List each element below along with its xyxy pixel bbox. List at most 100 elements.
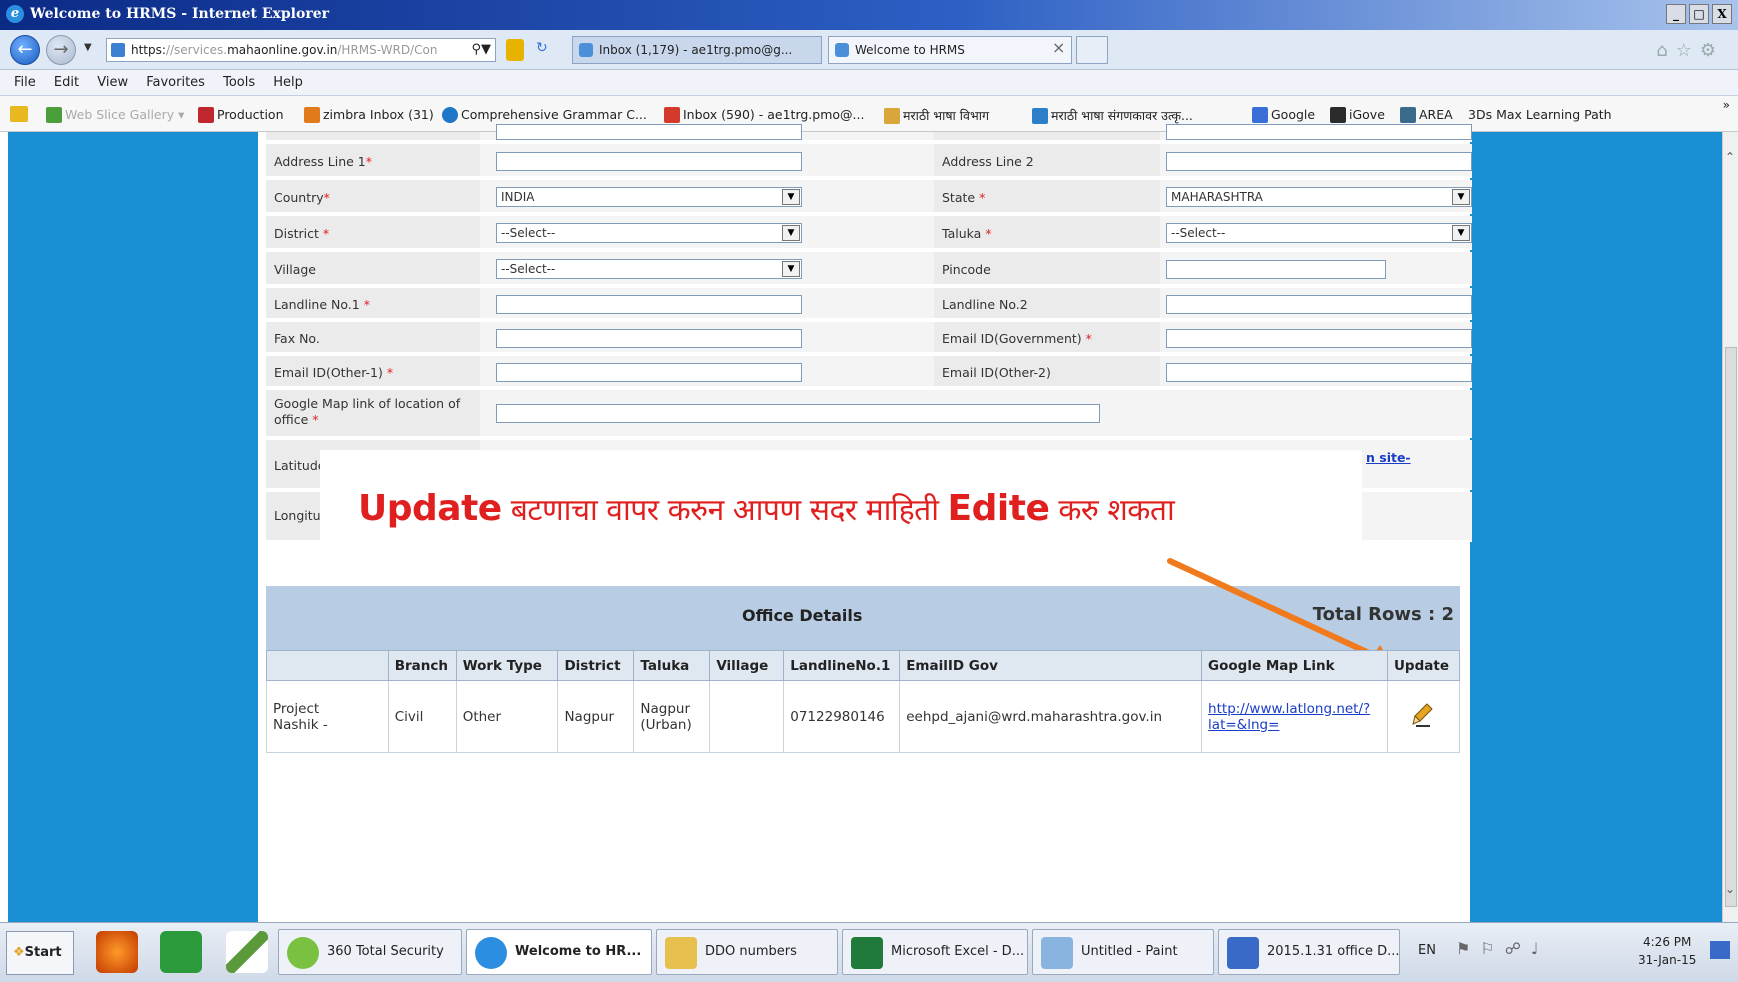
taskbar-word-doc[interactable]: 2015.1.31 office D... <box>1218 929 1400 975</box>
landline1-input[interactable] <box>496 295 802 314</box>
url-prefix: https: <box>131 43 166 57</box>
fax-input[interactable] <box>496 329 802 348</box>
gmap-input[interactable] <box>496 404 1100 423</box>
cell-district: Nagpur <box>557 680 635 753</box>
search-icon[interactable]: ⚲▼ <box>471 39 491 61</box>
map-link[interactable]: http://www.latlong.net/? lat=&lng= <box>1208 701 1370 733</box>
address-line2-input[interactable] <box>1166 152 1472 171</box>
instruction-part: करु शकता <box>1049 493 1175 528</box>
email-gov-input[interactable] <box>1166 329 1472 348</box>
district-select[interactable]: --Select-- ▼ <box>496 223 802 243</box>
security-icon <box>287 937 319 969</box>
fav-3ds[interactable]: 3Ds Max Learning Path <box>1468 107 1612 122</box>
fav-zimbra[interactable]: zimbra Inbox (31) <box>304 107 434 123</box>
chevron-down-icon[interactable]: ▼ <box>1452 189 1470 205</box>
show-desktop-icon[interactable] <box>1710 941 1730 959</box>
firefox-icon[interactable] <box>96 931 138 973</box>
taskbar-paint[interactable]: Untitled - Paint <box>1032 929 1214 975</box>
landline2-label: Landline No.2 <box>942 297 1028 312</box>
update-word: Update <box>358 488 502 529</box>
menu-help[interactable]: Help <box>273 75 303 90</box>
tab-hrms[interactable]: Welcome to HRMS <box>828 36 1072 64</box>
fav-igove[interactable]: iGove <box>1330 107 1385 123</box>
favorites-overflow-icon[interactable]: » <box>1723 98 1730 112</box>
scroll-down-icon[interactable]: ⌄ <box>1725 882 1735 896</box>
country-select[interactable]: INDIA ▼ <box>496 187 802 207</box>
fav-marathi-vibhag[interactable]: मराठी भाषा विभाग <box>884 107 989 124</box>
site-link[interactable]: n site- <box>1366 450 1411 465</box>
chevron-down-icon[interactable]: ▼ <box>782 225 800 241</box>
taskbar-ddo-numbers[interactable]: DDO numbers <box>656 929 838 975</box>
browser-tools-icons[interactable]: ⌂☆⚙ <box>1656 40 1724 61</box>
address-line1-input[interactable] <box>496 152 802 171</box>
start-button[interactable]: ❖Start <box>6 931 74 975</box>
menu-tools[interactable]: Tools <box>223 75 255 90</box>
igove-icon <box>1330 107 1346 123</box>
menu-edit[interactable]: Edit <box>54 75 79 90</box>
branch-select[interactable] <box>496 124 802 140</box>
menu-view[interactable]: View <box>97 75 128 90</box>
menu-file[interactable]: File <box>14 75 36 90</box>
fav-google[interactable]: Google <box>1252 107 1315 123</box>
email-other2-input[interactable] <box>1166 363 1472 382</box>
new-tab-button[interactable] <box>1076 36 1108 64</box>
chevron-down-icon[interactable]: ▼ <box>782 261 800 277</box>
village-select[interactable]: --Select-- ▼ <box>496 259 802 279</box>
village-label: Village <box>274 262 316 277</box>
cell-landline: 07122980146 <box>783 680 901 753</box>
select-value: --Select-- <box>501 262 556 276</box>
scroll-up-icon[interactable]: ⌃ <box>1725 150 1735 164</box>
work-type-select[interactable] <box>1166 124 1472 140</box>
url-input[interactable]: https://services.mahaonline.gov.in/HRMS-… <box>106 38 496 62</box>
page-scrollbar[interactable]: ⌃ ⌄ <box>1722 132 1738 922</box>
col-email-gov: EmailID Gov <box>899 650 1203 681</box>
tray-icons[interactable]: ⚑⚐☍♩ <box>1456 939 1548 958</box>
language-indicator[interactable]: EN <box>1418 943 1436 958</box>
taskbar-ie-hrms[interactable]: Welcome to HR... <box>466 929 652 975</box>
start-label: Start <box>24 945 62 960</box>
favorites-bar: Web Slice Gallery ▾ Production zimbra In… <box>0 96 1738 132</box>
clock[interactable]: 4:26 PM 31-Jan-15 <box>1638 933 1696 969</box>
fav-web-slice[interactable]: Web Slice Gallery ▾ <box>46 107 184 123</box>
cell-text: Project <box>273 700 320 717</box>
pencil-edit-icon[interactable] <box>1412 702 1434 728</box>
refresh-icon[interactable]: ↻ <box>536 40 548 56</box>
scrollbar-thumb[interactable] <box>1725 347 1737 907</box>
landline2-input[interactable] <box>1166 295 1472 314</box>
fav-label: Web Slice Gallery <box>65 107 175 122</box>
form-row-email-other: Email ID(Other-1) * Email ID(Other-2) <box>266 356 1472 388</box>
pincode-input[interactable] <box>1166 260 1386 279</box>
green-app-icon[interactable] <box>160 931 202 973</box>
taskbar-label: Welcome to HR... <box>515 944 642 959</box>
maximize-button[interactable]: □ <box>1689 4 1709 24</box>
taskbar-360-security[interactable]: 360 Total Security <box>278 929 462 975</box>
fav-area[interactable]: AREA <box>1400 107 1453 123</box>
lock-icon[interactable] <box>506 39 524 61</box>
table-header-row: Branch Work Type District Taluka Village… <box>266 650 1461 681</box>
favorites-star-icon[interactable] <box>10 106 28 122</box>
menu-favorites[interactable]: Favorites <box>146 75 205 90</box>
excel-icon <box>851 937 883 969</box>
fav-marathi-sanganak[interactable]: मराठी भाषा संगणकावर उत्कृ... <box>1032 107 1193 124</box>
system-tray: EN ⚑⚐☍♩ 4:26 PM 31-Jan-15 <box>1412 927 1738 979</box>
taskbar-excel[interactable]: Microsoft Excel - D... <box>842 929 1028 975</box>
url-domain: mahaonline.gov.in <box>227 43 338 57</box>
back-button[interactable]: ← <box>10 35 40 65</box>
fav-production[interactable]: Production <box>198 107 284 123</box>
state-select[interactable]: MAHARASHTRA ▼ <box>1166 187 1472 207</box>
tab-close-icon[interactable]: × <box>1052 38 1065 57</box>
forward-button[interactable]: → <box>46 35 76 65</box>
chevron-down-icon[interactable]: ▼ <box>1452 225 1470 241</box>
brush-icon[interactable] <box>226 931 268 973</box>
label-text: Google Map link of location of <box>274 396 461 411</box>
required-mark: * <box>386 365 394 380</box>
chevron-down-icon[interactable]: ▼ <box>782 189 800 205</box>
taluka-select[interactable]: --Select-- ▼ <box>1166 223 1472 243</box>
email-other1-input[interactable] <box>496 363 802 382</box>
tab-inbox[interactable]: Inbox (1,179) - ae1trg.pmo@g... <box>572 36 822 64</box>
minimize-button[interactable]: _ <box>1666 4 1686 24</box>
history-dropdown-icon[interactable]: ▼ <box>84 42 92 53</box>
close-button[interactable]: X <box>1712 4 1732 24</box>
fav-gmail[interactable]: Inbox (590) - ae1trg.pmo@... <box>664 107 864 123</box>
fav-grammar[interactable]: Comprehensive Grammar C... <box>442 107 647 123</box>
